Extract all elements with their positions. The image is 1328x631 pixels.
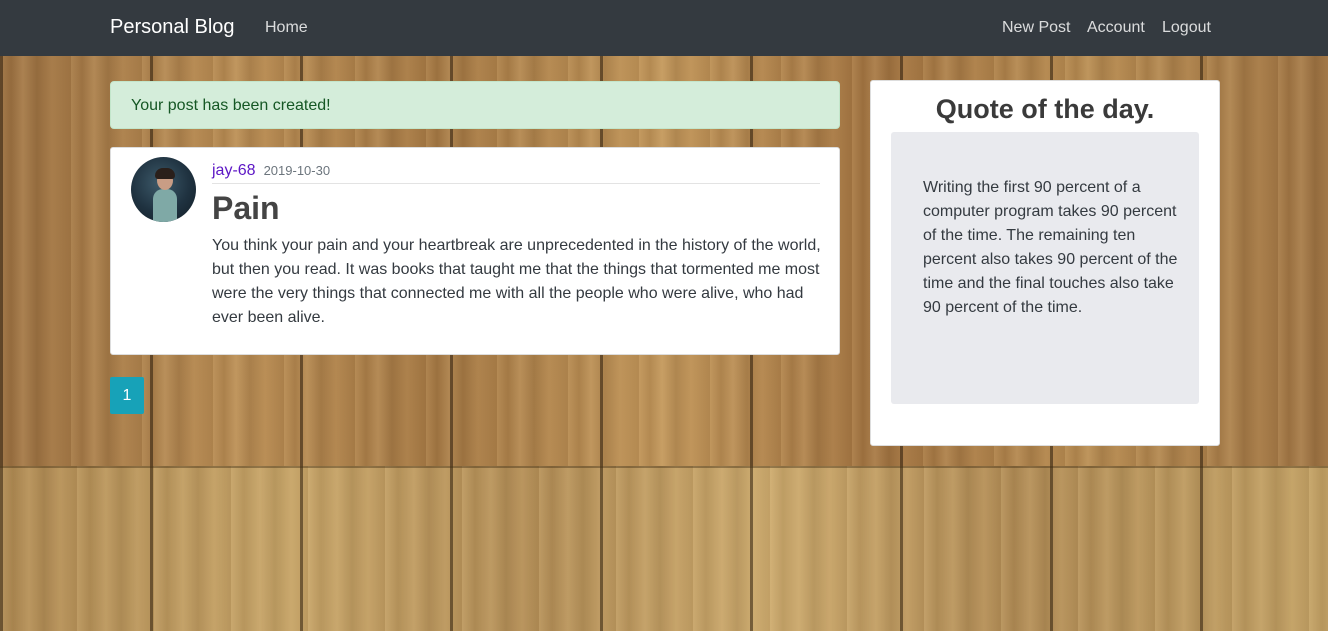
post-meta: jay-68 2019-10-30 bbox=[212, 162, 820, 184]
post-body: You think your pain and your heartbreak … bbox=[212, 237, 821, 326]
pagination-page-button[interactable]: 1 bbox=[110, 377, 144, 414]
quote-text: Writing the first 90 percent of a comput… bbox=[923, 179, 1178, 316]
post-title[interactable]: Pain bbox=[212, 190, 280, 227]
nav-account-link[interactable]: Account bbox=[1087, 19, 1145, 37]
background-lower-planks bbox=[0, 466, 1328, 631]
nav-logout-link[interactable]: Logout bbox=[1162, 19, 1211, 37]
post-date: 2019-10-30 bbox=[263, 163, 331, 178]
sidebar-title: Quote of the day. bbox=[935, 94, 1155, 124]
success-alert: Your post has been created! bbox=[110, 81, 840, 129]
brand-link[interactable]: Personal Blog bbox=[110, 16, 235, 39]
nav-home-link[interactable]: Home bbox=[265, 19, 308, 37]
post-author-link[interactable]: jay-68 bbox=[212, 162, 256, 179]
quote-sidebar: Quote of the day. Writing the first 90 p… bbox=[870, 80, 1220, 446]
quote-box: Writing the first 90 percent of a comput… bbox=[891, 132, 1199, 404]
author-avatar bbox=[131, 157, 196, 222]
top-navbar: Personal Blog Home New Post Account Logo… bbox=[0, 0, 1328, 56]
nav-new-post-link[interactable]: New Post bbox=[1002, 19, 1070, 37]
post-card: jay-68 2019-10-30 Pain You think your pai… bbox=[110, 147, 840, 355]
